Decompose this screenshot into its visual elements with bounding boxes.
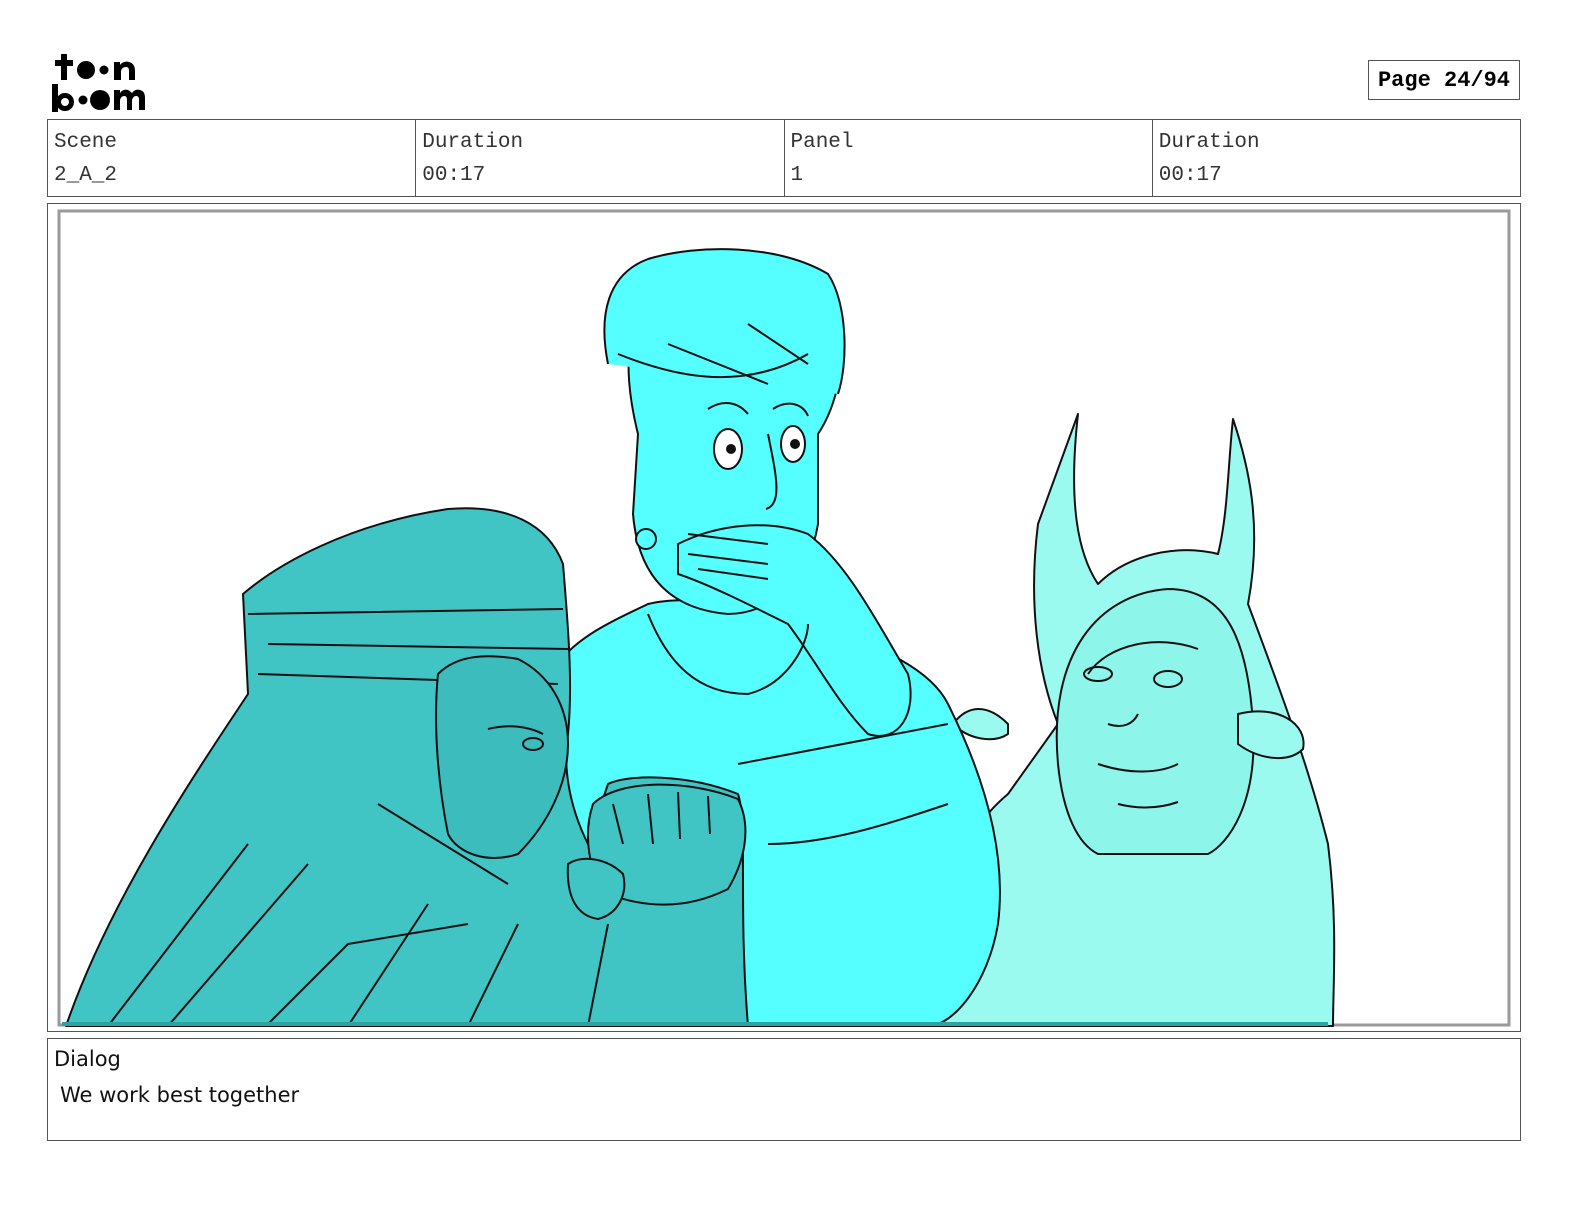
toon-boom-logo (50, 50, 165, 114)
scene-cell: Scene 2_A_2 (48, 120, 417, 196)
scene-duration-value: 00:17 (422, 164, 486, 187)
panel-duration-value: 00:17 (1158, 164, 1222, 187)
scene-label: Scene (54, 131, 118, 154)
storyboard-panel-frame (47, 203, 1521, 1032)
dialog-box: Dialog We work best together (47, 1038, 1521, 1141)
scene-duration-cell: Duration 00:17 (416, 120, 785, 196)
panel-cell: Panel 1 (785, 120, 1153, 196)
panel-duration-cell: Duration 00:17 (1153, 120, 1520, 196)
logo-graphic (52, 54, 145, 112)
storyboard-sketch (57, 209, 1511, 1027)
scene-duration-label: Duration (422, 131, 524, 154)
dialog-text: We work best together (60, 1083, 300, 1107)
scene-info-table: Scene 2_A_2 Duration 00:17 Panel 1 Durat… (47, 119, 1521, 197)
panel-label: Panel (790, 131, 854, 154)
panel-value: 1 (790, 164, 804, 187)
dialog-label: Dialog (54, 1047, 121, 1071)
panel-duration-label: Duration (1158, 131, 1260, 154)
scene-value: 2_A_2 (54, 164, 118, 187)
page-indicator: Page 24/94 (1368, 60, 1520, 100)
